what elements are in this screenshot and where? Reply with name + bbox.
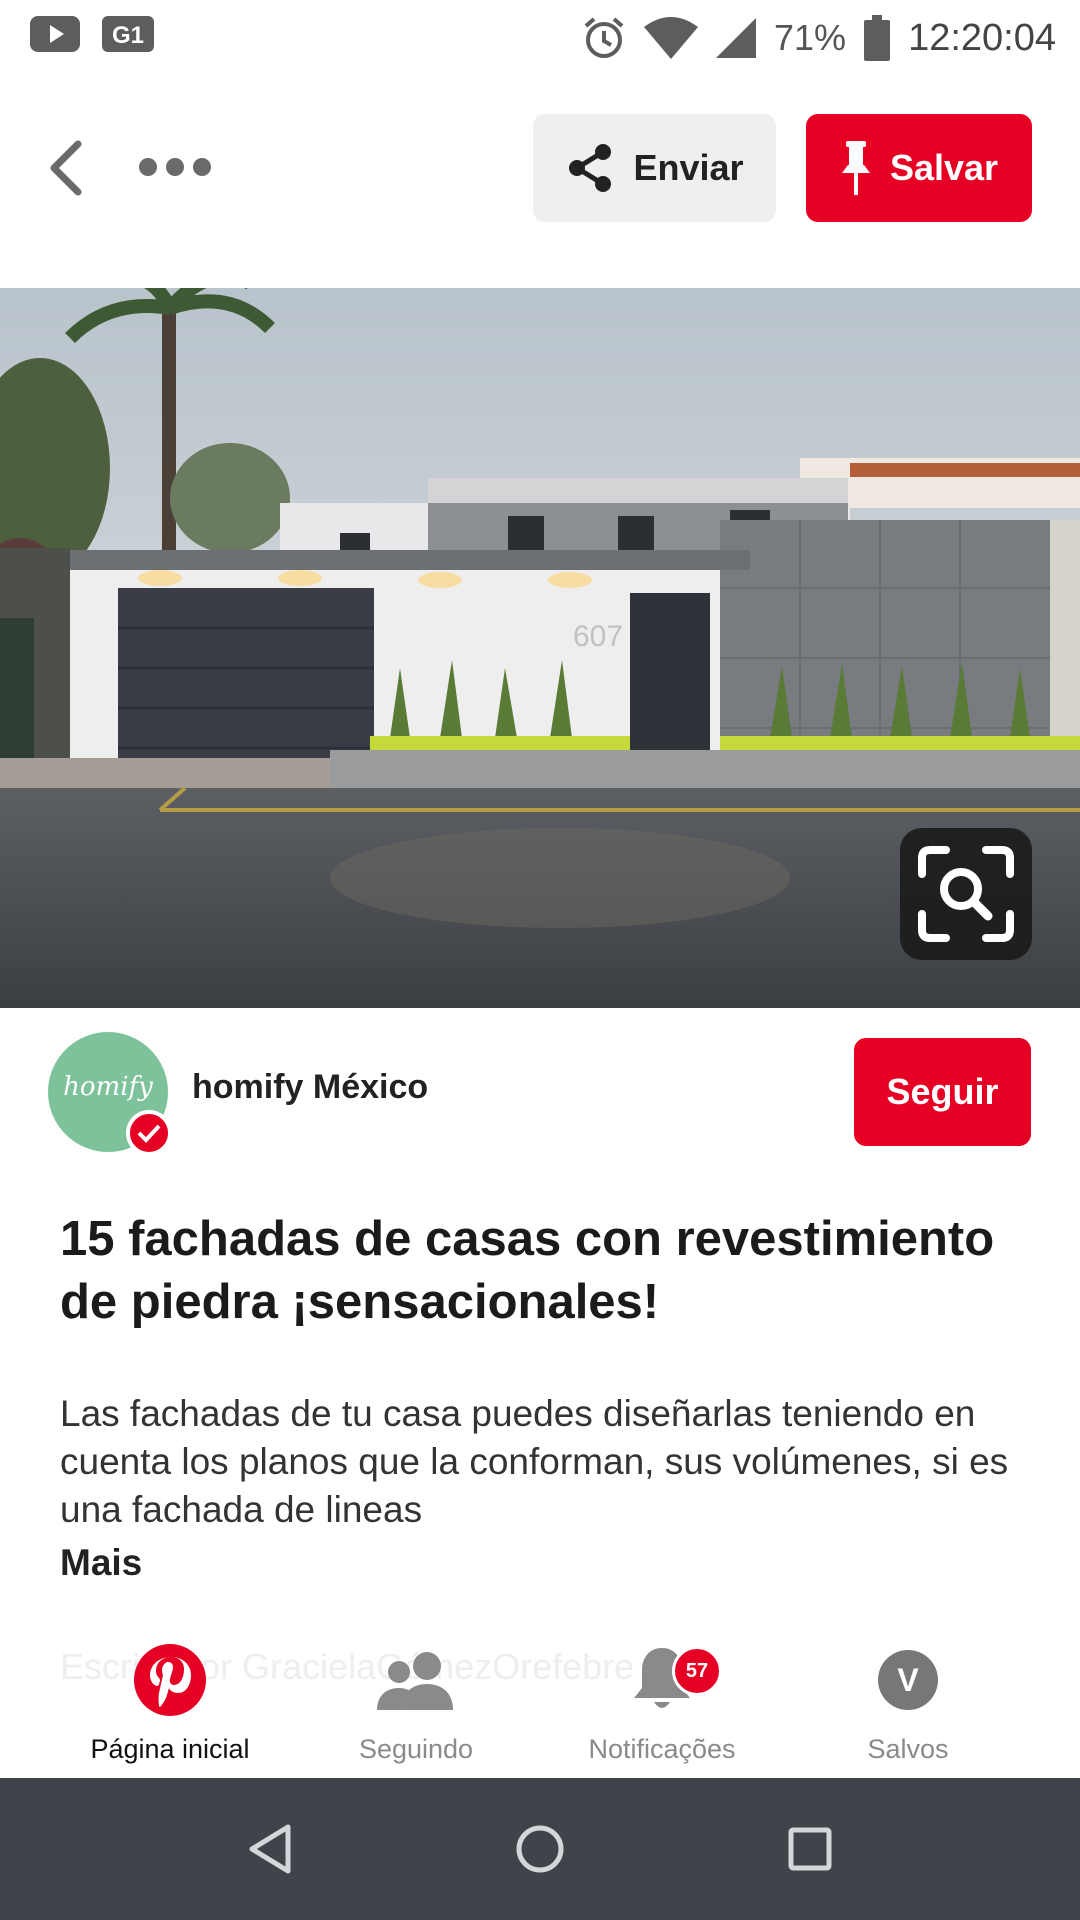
status-left-icons: G1: [30, 16, 154, 52]
nav-home-button[interactable]: [500, 1814, 580, 1884]
nav-back-button[interactable]: [230, 1814, 310, 1884]
tab-home[interactable]: Página inicial: [60, 1640, 280, 1770]
nav-back-icon: [249, 1824, 291, 1874]
bottom-tab-bar: Página inicial Seguindo Notificações 57 …: [0, 1620, 1080, 1775]
tab-home-label: Página inicial: [90, 1734, 250, 1764]
clock: 12:20:04: [908, 16, 1056, 59]
back-icon: [50, 140, 82, 196]
avatar-logo-text: homify: [63, 1072, 153, 1102]
visual-search-icon: [918, 846, 1014, 942]
house-number: 607: [573, 620, 623, 653]
tab-saved[interactable]: V Salvos: [798, 1640, 1018, 1770]
pin-action-bar: Enviar Salvar: [0, 90, 1080, 240]
more-icon: [139, 158, 211, 176]
creator-row: homify homify México Seguir: [0, 1030, 1080, 1160]
tab-notifications[interactable]: Notificações 57: [552, 1640, 772, 1770]
send-label: Enviar: [633, 147, 744, 188]
tab-notifications-label: Notificações: [588, 1734, 736, 1764]
follow-button[interactable]: Seguir: [854, 1038, 1031, 1146]
status-bar: G1 71% 12:20:04: [0, 0, 1080, 75]
pin-title: 15 fachadas de casas con revestimiento d…: [60, 1212, 995, 1329]
nav-recents-button[interactable]: [770, 1814, 850, 1884]
notification-badge: 57: [672, 1646, 722, 1696]
more-options-button[interactable]: [130, 142, 220, 192]
save-label: Salvar: [889, 147, 999, 188]
pin-description: Las fachadas de tu casa puedes diseñarla…: [60, 1393, 1009, 1530]
creator-name[interactable]: homify México: [192, 1068, 428, 1107]
share-icon: [569, 144, 612, 192]
more-link[interactable]: Mais: [60, 1542, 142, 1584]
pin-icon: [841, 141, 870, 195]
system-nav-bar: [0, 1778, 1080, 1920]
tab-following[interactable]: Seguindo: [306, 1640, 526, 1770]
nav-recents-icon: [788, 1827, 832, 1871]
pinterest-icon: [134, 1644, 206, 1716]
checkmark-icon: [137, 1124, 161, 1143]
send-button[interactable]: Enviar: [533, 114, 776, 222]
people-icon: [377, 1652, 453, 1710]
youtube-icon: [30, 16, 80, 52]
back-button[interactable]: [36, 132, 96, 204]
svg-text:G1: G1: [112, 22, 144, 49]
status-right-icons: 71% 12:20:04: [582, 10, 1056, 66]
profile-avatar: V: [878, 1650, 938, 1710]
tab-following-label: Seguindo: [358, 1734, 474, 1764]
battery-percent: 71%: [774, 17, 847, 58]
visual-search-button[interactable]: [900, 828, 1032, 960]
creator-avatar[interactable]: homify: [48, 1032, 172, 1156]
tab-saved-label: Salvos: [867, 1734, 949, 1764]
signal-icon: [716, 18, 757, 58]
alarm-icon: [584, 17, 624, 58]
wifi-icon: [644, 17, 699, 59]
battery-icon: [864, 15, 891, 61]
save-button[interactable]: Salvar: [806, 114, 1032, 222]
g1-icon: G1: [102, 16, 154, 52]
verified-badge: [126, 1110, 172, 1156]
nav-home-icon: [516, 1825, 564, 1873]
